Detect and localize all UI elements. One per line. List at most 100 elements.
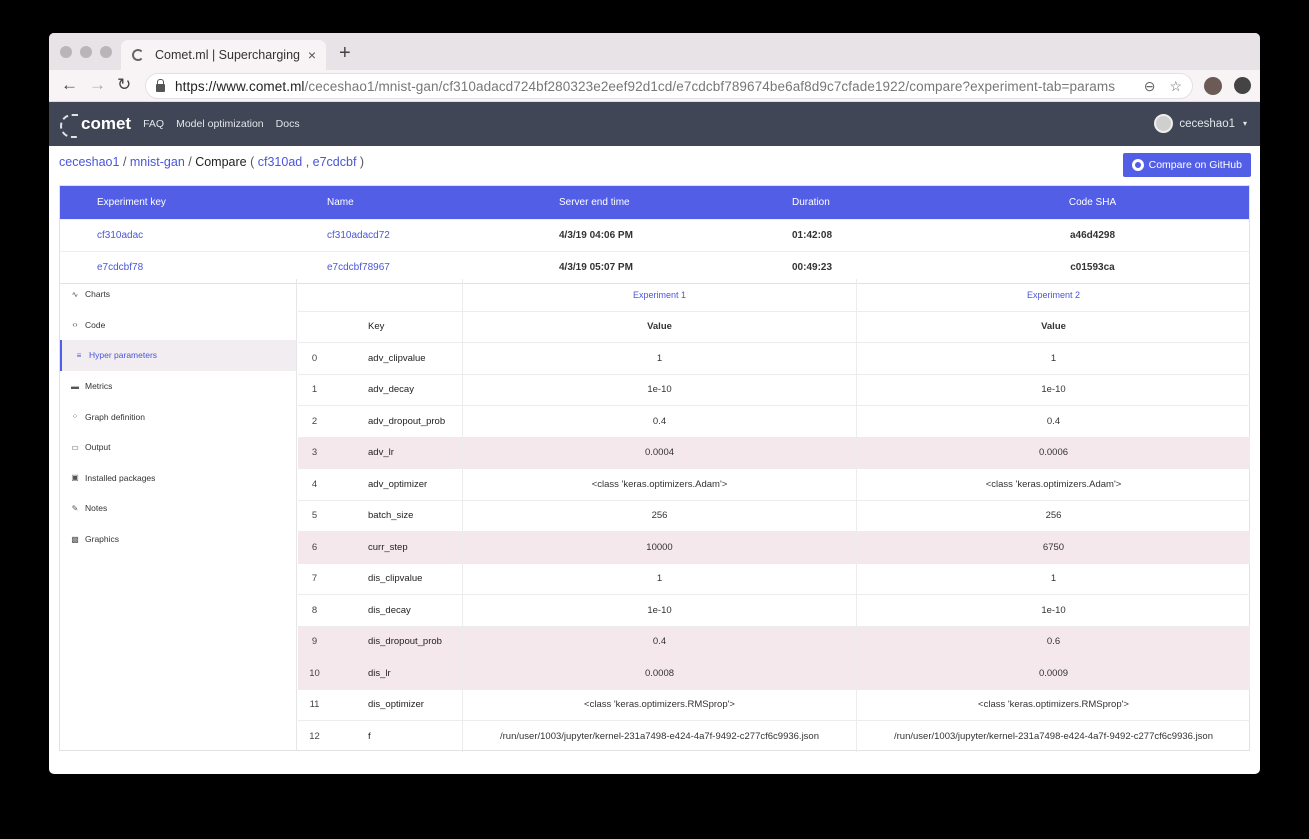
row-index: 3 bbox=[311, 447, 318, 459]
value-header: Value bbox=[856, 311, 1250, 342]
experiment-1-value: 0.4 bbox=[462, 406, 856, 437]
param-key: f bbox=[368, 730, 371, 742]
breadcrumb-exp2[interactable]: e7cdcbf bbox=[313, 155, 357, 169]
maximize-window-button[interactable] bbox=[100, 46, 112, 58]
row-index: 9 bbox=[311, 636, 318, 648]
table-row: 4 adv_optimizer <class 'keras.optimizers.A… bbox=[298, 468, 1250, 500]
experiment-1-value: 256 bbox=[462, 500, 856, 531]
code-icon: ‹› bbox=[72, 320, 78, 330]
back-icon[interactable]: ← bbox=[61, 75, 78, 95]
row-index: 0 bbox=[311, 352, 318, 364]
sidebar-item-graphics[interactable]: ▩ Graphics bbox=[60, 524, 296, 555]
browser-tab[interactable]: Comet.ml | Supercharging Mac × bbox=[121, 40, 326, 70]
param-key: curr_step bbox=[368, 541, 408, 553]
breadcrumb-user[interactable]: ceceshao1 bbox=[59, 155, 119, 169]
table-row: 5 batch_size 256 256 bbox=[298, 499, 1250, 531]
experiment-2-value: 1e-10 bbox=[856, 374, 1250, 405]
comet-logo-text[interactable]: comet bbox=[81, 114, 131, 134]
zoom-icon[interactable]: ⊖ bbox=[1144, 78, 1156, 95]
url-text[interactable]: https://www.comet.ml/ceceshao1/mnist-gan… bbox=[175, 79, 1130, 94]
server-end-time: 4/3/19 05:07 PM bbox=[559, 262, 633, 273]
experiment-1-value: 1 bbox=[462, 563, 856, 594]
experiment-2-header[interactable]: Experiment 2 bbox=[856, 279, 1250, 311]
params-experiment-header-row: Experiment 1 Experiment 2 bbox=[298, 279, 1250, 311]
header-name[interactable]: Name bbox=[323, 197, 554, 208]
code-sha: a46d4298 bbox=[1069, 230, 1116, 241]
new-tab-button[interactable]: + bbox=[339, 42, 351, 65]
experiment-1-header[interactable]: Experiment 1 bbox=[462, 279, 856, 311]
experiments-table-header: Experiment key Name Server end time Dura… bbox=[60, 186, 1249, 219]
extension-icon[interactable] bbox=[1234, 77, 1251, 94]
table-row: 8 dis_decay 1e-10 1e-10 bbox=[298, 594, 1250, 626]
experiment-key-link[interactable]: cf310adac bbox=[60, 230, 323, 241]
header-code-sha[interactable]: Code SHA bbox=[936, 197, 1249, 208]
experiment-name-link[interactable]: e7cdcbf78967 bbox=[323, 262, 554, 273]
close-window-button[interactable] bbox=[60, 46, 72, 58]
breadcrumb-separator: / bbox=[119, 155, 130, 169]
compare-on-github-button[interactable]: Compare on GitHub bbox=[1122, 153, 1251, 177]
tab-close-icon[interactable]: × bbox=[308, 47, 316, 63]
lock-icon bbox=[156, 79, 165, 92]
reload-icon[interactable]: ↻ bbox=[117, 75, 131, 95]
row-index: 1 bbox=[311, 384, 318, 396]
nav-link-model-optimization[interactable]: Model optimization bbox=[176, 118, 264, 130]
breadcrumb-exp1[interactable]: cf310ad bbox=[258, 155, 302, 169]
param-key: batch_size bbox=[368, 510, 414, 522]
sidebar-item-output[interactable]: ▭ Output bbox=[60, 432, 296, 463]
experiment-2-value: /run/user/1003/jupyter/kernel-231a7498-e… bbox=[856, 721, 1250, 752]
table-row: 6 curr_step 10000 6750 bbox=[298, 531, 1250, 563]
breadcrumb-bar: ceceshao1 / mnist-gan / Compare ( cf310a… bbox=[49, 146, 1260, 177]
address-bar[interactable]: https://www.comet.ml/ceceshao1/mnist-gan… bbox=[145, 73, 1193, 99]
experiment-2-value: <class 'keras.optimizers.RMSprop'> bbox=[856, 689, 1250, 720]
sidebar-item-metrics[interactable]: ▬ Metrics bbox=[60, 371, 296, 402]
sidebar-item-label: Installed packages bbox=[85, 472, 156, 483]
nav-link-docs[interactable]: Docs bbox=[276, 118, 300, 130]
param-key: dis_dropout_prob bbox=[368, 636, 442, 648]
row-index: 2 bbox=[311, 415, 318, 427]
table-row: cf310adac cf310adacd72 4/3/19 04:06 PM 0… bbox=[60, 219, 1249, 251]
key-header: Key bbox=[368, 321, 385, 333]
bookmark-star-icon[interactable]: ☆ bbox=[1169, 78, 1182, 95]
sidebar-item-installed-packages[interactable]: ▣ Installed packages bbox=[60, 463, 296, 494]
breadcrumb-current: Compare bbox=[195, 155, 247, 169]
value-header: Value bbox=[462, 311, 856, 342]
sidebar-item-code[interactable]: ‹› Code bbox=[60, 310, 296, 341]
breadcrumb-project[interactable]: mnist-gan bbox=[130, 155, 185, 169]
sidebar-item-graph-definition[interactable]: ⁘ Graph definition bbox=[60, 401, 296, 432]
table-row: 9 dis_dropout_prob 0.4 0.6 bbox=[298, 625, 1250, 657]
sidebar-item-hyper-parameters[interactable]: ≡ Hyper parameters bbox=[60, 340, 296, 371]
comet-logo-icon[interactable] bbox=[60, 113, 78, 138]
experiment-2-value: 0.6 bbox=[856, 626, 1250, 657]
table-row: 2 adv_dropout_prob 0.4 0.4 bbox=[298, 405, 1250, 437]
package-icon: ▣ bbox=[71, 473, 79, 483]
window-controls bbox=[60, 46, 112, 58]
forward-icon[interactable]: → bbox=[89, 75, 106, 95]
row-index: 11 bbox=[309, 699, 320, 711]
profile-avatar-icon[interactable] bbox=[1204, 77, 1222, 95]
experiment-key-link[interactable]: e7cdcbf78 bbox=[60, 262, 323, 273]
sidebar-item-charts[interactable]: ∿ Charts bbox=[60, 279, 296, 310]
param-key: dis_clipvalue bbox=[368, 573, 423, 585]
nav-link-faq[interactable]: FAQ bbox=[143, 118, 164, 130]
username: ceceshao1 bbox=[1179, 117, 1235, 130]
minimize-window-button[interactable] bbox=[80, 46, 92, 58]
line-chart-icon: ∿ bbox=[71, 289, 79, 299]
row-index: 4 bbox=[311, 478, 318, 490]
sidebar-item-label: Charts bbox=[85, 289, 111, 300]
experiment-2-value: 1e-10 bbox=[856, 595, 1250, 626]
header-server-end-time[interactable]: Server end time bbox=[554, 197, 785, 208]
list-icon: ≡ bbox=[76, 350, 82, 360]
param-key: adv_decay bbox=[368, 384, 414, 396]
param-key: dis_decay bbox=[368, 604, 411, 616]
sidebar-item-label: Hyper parameters bbox=[89, 350, 158, 361]
tab-strip: Comet.ml | Supercharging Mac × + bbox=[49, 33, 1260, 70]
header-experiment-key[interactable]: Experiment key bbox=[60, 197, 323, 208]
experiment-name-link[interactable]: cf310adacd72 bbox=[323, 230, 554, 241]
sidebar-item-notes[interactable]: ✎ Notes bbox=[60, 493, 296, 524]
chevron-down-icon: ▾ bbox=[1242, 119, 1247, 128]
breadcrumb-separator: / bbox=[184, 155, 196, 169]
param-key: adv_clipvalue bbox=[368, 352, 426, 364]
table-row: 10 dis_lr 0.0008 0.0009 bbox=[298, 657, 1250, 689]
user-menu[interactable]: ceceshao1 ▾ bbox=[1154, 114, 1247, 133]
table-row: 3 adv_lr 0.0004 0.0006 bbox=[298, 436, 1250, 468]
